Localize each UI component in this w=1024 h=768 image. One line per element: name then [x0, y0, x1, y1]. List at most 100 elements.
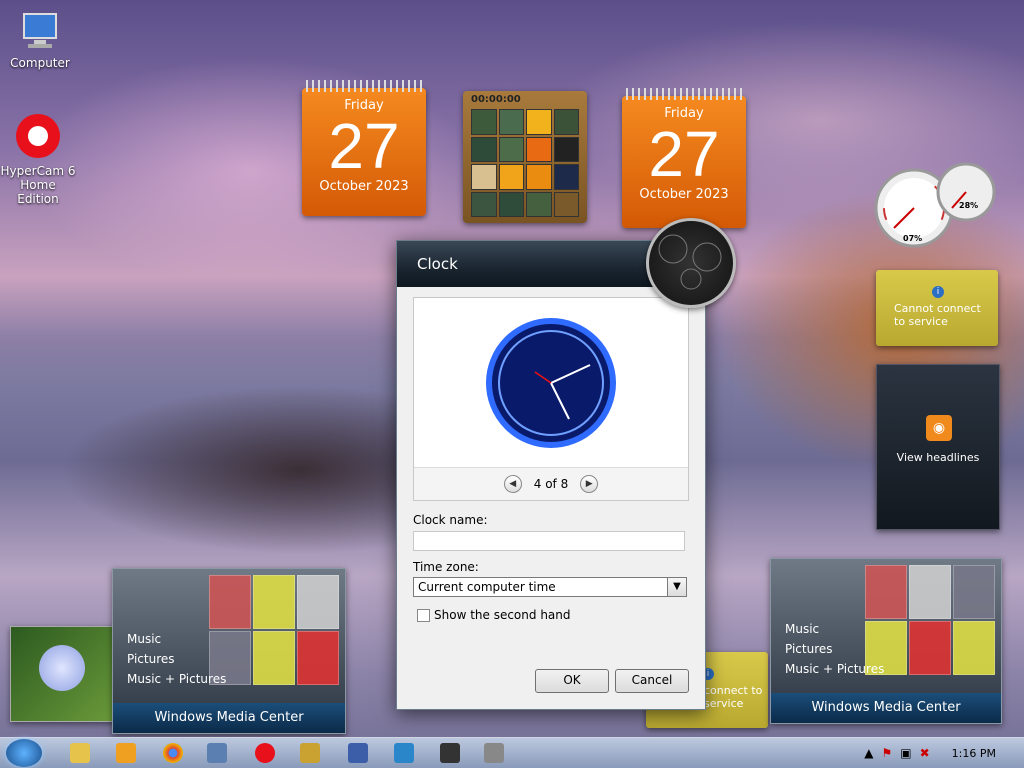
memory-percent: 28% [959, 201, 979, 210]
second-hand-checkbox[interactable]: Show the second hand [417, 608, 571, 622]
weather-message: Cannot connect to service [894, 302, 981, 328]
network-status-icon[interactable]: ▣ [900, 746, 911, 760]
puzzle-tile[interactable] [526, 136, 552, 162]
previous-button[interactable]: ◀ [503, 475, 522, 493]
menu-item-pictures[interactable]: Pictures [785, 639, 884, 659]
media-tiles [209, 575, 339, 685]
system-tray: ▲ ⚑ ▣ ✖ 1:16 PM [864, 738, 1024, 768]
puzzle-tile[interactable] [498, 109, 524, 135]
clock-gadget[interactable] [646, 218, 736, 308]
puzzle-tile[interactable] [553, 164, 579, 190]
puzzle-tile[interactable] [471, 191, 497, 217]
media-menu: Music Pictures Music + Pictures [785, 619, 884, 679]
time-zone-value: Current computer time [418, 580, 556, 594]
menu-item-music[interactable]: Music [785, 619, 884, 639]
clock-settings-dialog: Clock ◀ 4 of 8 ▶ Clock name: Time zone: … [396, 240, 706, 710]
chevron-down-icon[interactable]: ▼ [667, 578, 686, 596]
feed-headlines-gadget[interactable]: ◉ View headlines [876, 364, 1000, 530]
network-icon[interactable] [207, 743, 227, 763]
visual-studio-icon[interactable] [348, 743, 368, 763]
slideshow-gadget[interactable] [10, 626, 116, 722]
media-tile [253, 631, 295, 685]
app-icon[interactable] [300, 743, 320, 763]
menu-item-music-pictures[interactable]: Music + Pictures [127, 669, 226, 689]
clock-face-icon [486, 318, 616, 448]
puzzle-tile[interactable] [471, 109, 497, 135]
media-tile [253, 575, 295, 629]
desktop-icon-label: Computer [10, 56, 70, 70]
hypercam-icon[interactable] [255, 743, 275, 763]
calendar-day: 27 [328, 110, 400, 182]
puzzle-tile[interactable] [498, 136, 524, 162]
taskbar: ▲ ⚑ ▣ ✖ 1:16 PM [0, 737, 1024, 768]
pager-text: 4 of 8 [533, 477, 569, 491]
clock-name-label: Clock name: [413, 513, 488, 527]
calendar-day: 27 [648, 118, 720, 190]
calendar-month-year: October 2023 [319, 179, 409, 194]
volume-icon[interactable]: ✖ [920, 746, 930, 760]
checkbox-box[interactable] [417, 608, 430, 622]
media-center-brand: Windows Media Center [771, 693, 1001, 723]
flag-icon[interactable]: ⚑ [882, 746, 893, 760]
tray-arrow-icon[interactable]: ▲ [864, 746, 873, 760]
puzzle-timer: 00:00:00 [471, 94, 521, 105]
puzzle-tile[interactable] [553, 191, 579, 217]
clock-preview: ◀ 4 of 8 ▶ [413, 297, 689, 501]
computer-icon [23, 13, 57, 48]
hydrangea-photo [39, 645, 85, 691]
clock-name-input[interactable] [413, 531, 685, 551]
menu-item-music-pictures[interactable]: Music + Pictures [785, 659, 884, 679]
hypercam-icon [16, 114, 60, 158]
cancel-button[interactable]: Cancel [615, 669, 689, 693]
usb-icon[interactable] [484, 743, 504, 763]
view-headlines-link[interactable]: View headlines [877, 451, 999, 464]
ok-button[interactable]: OK [535, 669, 609, 693]
media-tiles [865, 565, 995, 675]
time-zone-select[interactable]: Current computer time ▼ [413, 577, 687, 597]
calendar-gadget-2[interactable]: Friday 27 October 2023 [622, 88, 746, 228]
rss-icon: ◉ [926, 415, 952, 441]
vpn-icon[interactable] [394, 743, 414, 763]
media-tile [865, 565, 907, 619]
media-tile [953, 621, 995, 675]
media-center-gadget-2[interactable]: Music Pictures Music + Pictures Windows … [770, 558, 1002, 724]
puzzle-tile[interactable] [498, 191, 524, 217]
next-button[interactable]: ▶ [580, 475, 599, 493]
menu-item-music[interactable]: Music [127, 629, 226, 649]
puzzle-tile[interactable] [498, 164, 524, 190]
desktop-icon-hypercam[interactable]: HyperCam 6 Home Edition [0, 112, 78, 206]
calendar-month-year: October 2023 [639, 187, 729, 202]
clock-time[interactable]: 1:16 PM [952, 747, 996, 760]
desktop-icon-computer[interactable]: Computer [0, 10, 80, 70]
7zip-icon[interactable] [440, 743, 460, 763]
puzzle-tile[interactable] [526, 109, 552, 135]
media-center-brand: Windows Media Center [113, 703, 345, 733]
cpu-meter-dials [874, 162, 996, 248]
weather-gadget[interactable]: i Cannot connect to service [876, 270, 998, 346]
media-tile [297, 631, 339, 685]
media-tile [953, 565, 995, 619]
time-zone-label: Time zone: [413, 560, 479, 574]
desktop-icon-label: HyperCam 6 Home Edition [0, 164, 76, 206]
puzzle-tile[interactable] [553, 109, 579, 135]
puzzle-tile[interactable] [471, 136, 497, 162]
media-player-icon[interactable] [116, 743, 136, 763]
media-center-gadget[interactable]: Music Pictures Music + Pictures Windows … [112, 568, 346, 734]
cpu-meter-gadget[interactable]: 07% 28% [874, 160, 998, 248]
weather-message: connect to service [704, 684, 763, 710]
puzzle-grid[interactable] [471, 109, 579, 217]
calendar-gadget[interactable]: Friday 27 October 2023 [302, 80, 426, 216]
info-icon: i [932, 286, 944, 298]
picture-puzzle-gadget[interactable]: 00:00:00 [463, 91, 587, 223]
start-button[interactable] [6, 739, 42, 767]
chrome-icon[interactable] [163, 743, 183, 763]
puzzle-tile[interactable] [553, 136, 579, 162]
explorer-icon[interactable] [70, 743, 90, 763]
chronograph-icon [658, 234, 722, 290]
menu-item-pictures[interactable]: Pictures [127, 649, 226, 669]
puzzle-tile[interactable] [471, 164, 497, 190]
media-tile [209, 575, 251, 629]
puzzle-tile[interactable] [526, 191, 552, 217]
binder-rings [306, 80, 422, 92]
puzzle-tile[interactable] [526, 164, 552, 190]
